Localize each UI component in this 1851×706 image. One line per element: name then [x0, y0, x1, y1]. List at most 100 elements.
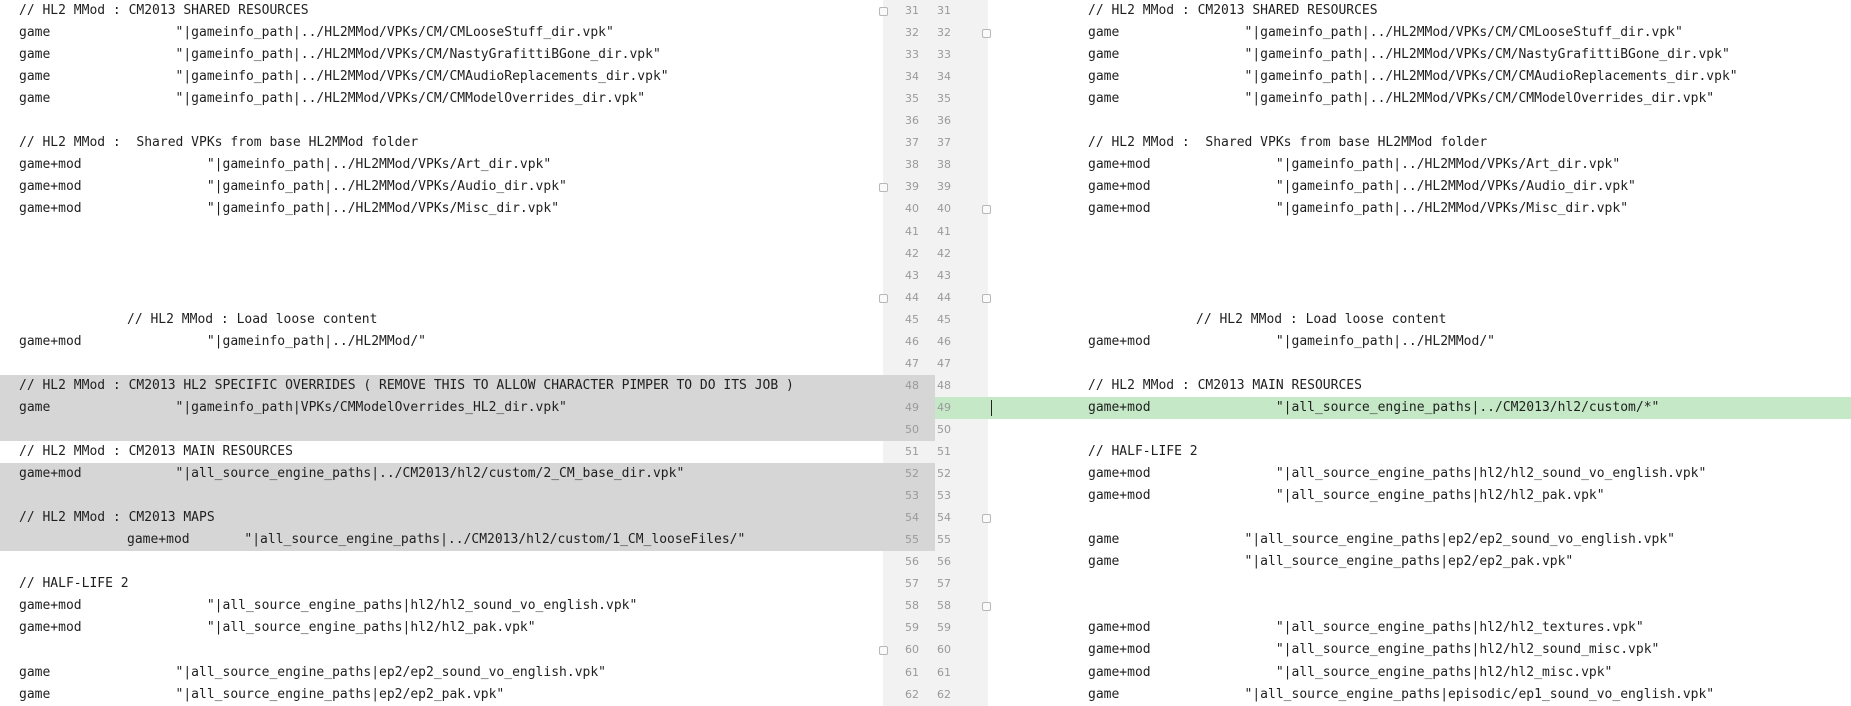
left-code-line[interactable]: game+mod "|all_source_engine_paths|../CM…	[0, 463, 883, 486]
right-code-line[interactable]: // HL2 MMod : Load loose content	[988, 309, 1851, 331]
right-line-number: 46	[937, 334, 951, 348]
right-code-text: game "|gameinfo_path|../HL2MMod/VPKs/CM/…	[1088, 25, 1683, 41]
left-code-line[interactable]: // HL2 MMod : Shared VPKs from base HL2M…	[0, 132, 883, 154]
right-line-number: 49	[937, 400, 951, 414]
right-line-number: 57	[937, 577, 951, 591]
fold-marker-icon[interactable]	[879, 183, 888, 193]
left-code-line[interactable]: game "|gameinfo_path|../HL2MMod/VPKs/CM/…	[0, 88, 883, 110]
right-code-line[interactable]	[988, 353, 1851, 375]
right-code-line[interactable]: game+mod "|all_source_engine_paths|hl2/h…	[988, 662, 1851, 684]
left-code-line[interactable]: game+mod "|gameinfo_path|../HL2MMod/VPKs…	[0, 154, 883, 176]
right-code-line[interactable]: game+mod "|gameinfo_path|../HL2MMod/"	[988, 331, 1851, 353]
left-code-line[interactable]	[0, 353, 883, 375]
left-line-number: 62	[905, 687, 919, 701]
fold-marker-icon[interactable]	[879, 293, 888, 303]
right-code-line[interactable]: game+mod "|all_source_engine_paths|hl2/h…	[988, 639, 1851, 661]
left-code-line[interactable]: game+mod "|all_source_engine_paths|hl2/h…	[0, 617, 883, 639]
left-line-number: 54	[905, 511, 919, 525]
left-line-number: 39	[905, 180, 919, 194]
left-code-text: game+mod "|all_source_engine_paths|../CM…	[127, 532, 746, 548]
right-line-number: 36	[937, 114, 951, 128]
right-code-line[interactable]: game+mod "|all_source_engine_paths|../CM…	[988, 396, 1851, 419]
left-line-number: 60	[905, 643, 919, 657]
left-code-line[interactable]: game "|gameinfo_path|VPKs/CMModelOverrid…	[0, 396, 883, 419]
right-code-line[interactable]	[988, 221, 1851, 243]
right-line-number: 31	[937, 4, 951, 17]
left-line-number: 31	[905, 4, 919, 17]
left-line-number: 58	[905, 599, 919, 613]
left-line-number: 53	[905, 489, 919, 503]
left-code-line[interactable]: game+mod "|gameinfo_path|../HL2MMod/VPKs…	[0, 176, 883, 198]
left-line-number: 41	[905, 224, 919, 238]
right-code-line[interactable]: game+mod "|all_source_engine_paths|hl2/h…	[988, 617, 1851, 639]
left-code-line[interactable]: game+mod "|gameinfo_path|../HL2MMod/"	[0, 331, 883, 353]
right-code-line[interactable]: game+mod "|gameinfo_path|../HL2MMod/VPKs…	[988, 154, 1851, 176]
right-code-line[interactable]: game "|all_source_engine_paths|episodic/…	[988, 684, 1851, 706]
left-code-line[interactable]	[0, 551, 883, 573]
right-code-line[interactable]	[988, 419, 1851, 441]
right-line-number: 60	[937, 643, 951, 657]
right-code-line[interactable]	[988, 573, 1851, 595]
right-editor-pane[interactable]: // HL2 MMod : CM2013 SHARED RESOURCES gam…	[988, 0, 1851, 706]
right-code-line[interactable]: game "|gameinfo_path|../HL2MMod/VPKs/CM/…	[988, 22, 1851, 44]
right-code-line[interactable]: game "|all_source_engine_paths|ep2/ep2_p…	[988, 551, 1851, 573]
left-code-line[interactable]: // HALF-LIFE 2	[0, 573, 883, 595]
left-code-text: game "|gameinfo_path|../HL2MMod/VPKs/CM/…	[19, 91, 646, 107]
right-code-line[interactable]: game "|gameinfo_path|../HL2MMod/VPKs/CM/…	[988, 88, 1851, 110]
right-code-line[interactable]: game+mod "|all_source_engine_paths|hl2/h…	[988, 463, 1851, 485]
left-code-line[interactable]: // HL2 MMod : CM2013 MAPS	[0, 507, 883, 530]
right-code-text: game "|gameinfo_path|../HL2MMod/VPKs/CM/…	[1088, 47, 1730, 63]
right-code-line[interactable]: game+mod "|gameinfo_path|../HL2MMod/VPKs…	[988, 198, 1851, 220]
right-code-line[interactable]: // HALF-LIFE 2	[988, 441, 1851, 463]
left-code-line[interactable]: // HL2 MMod : CM2013 MAIN RESOURCES	[0, 441, 883, 463]
right-line-number: 55	[937, 533, 951, 547]
right-code-line[interactable]: game+mod "|all_source_engine_paths|hl2/h…	[988, 485, 1851, 507]
left-code-line[interactable]	[0, 221, 883, 243]
fold-marker-icon[interactable]	[879, 7, 888, 16]
left-code-line[interactable]: game+mod "|gameinfo_path|../HL2MMod/VPKs…	[0, 198, 883, 220]
left-code-line[interactable]: game "|gameinfo_path|../HL2MMod/VPKs/CM/…	[0, 44, 883, 66]
right-line-number: 43	[937, 268, 951, 282]
left-code-line[interactable]: // HL2 MMod : Load loose content	[0, 309, 883, 331]
left-code-line[interactable]	[0, 485, 883, 508]
left-line-number: 32	[905, 26, 919, 40]
left-code-line[interactable]: // HL2 MMod : CM2013 SHARED RESOURCES	[0, 0, 883, 22]
left-code-line[interactable]: game+mod "|all_source_engine_paths|hl2/h…	[0, 595, 883, 617]
right-code-text: game "|gameinfo_path|../HL2MMod/VPKs/CM/…	[1088, 69, 1738, 85]
left-line-number: 45	[905, 312, 919, 326]
left-code-text: game+mod "|gameinfo_path|../HL2MMod/VPKs…	[19, 201, 560, 217]
left-code-line[interactable]: game "|all_source_engine_paths|ep2/ep2_s…	[0, 662, 883, 684]
right-code-line[interactable]: game "|all_source_engine_paths|ep2/ep2_s…	[988, 529, 1851, 551]
right-code-line[interactable]: // HL2 MMod : CM2013 SHARED RESOURCES	[988, 0, 1851, 22]
left-code-line[interactable]: game "|all_source_engine_paths|ep2/ep2_p…	[0, 684, 883, 706]
left-code-line[interactable]	[0, 110, 883, 132]
right-line-number: 54	[937, 511, 951, 525]
right-code-line[interactable]	[988, 595, 1851, 617]
right-code-line[interactable]: // HL2 MMod : CM2013 MAIN RESOURCES	[988, 375, 1851, 397]
left-code-line[interactable]	[0, 287, 883, 309]
left-code-text: game+mod "|gameinfo_path|../HL2MMod/"	[19, 333, 426, 349]
right-code-line[interactable]: game "|gameinfo_path|../HL2MMod/VPKs/CM/…	[988, 66, 1851, 88]
left-editor-pane[interactable]: // HL2 MMod : CM2013 SHARED RESOURCES gam…	[0, 0, 883, 706]
fold-marker-icon[interactable]	[879, 646, 888, 656]
left-code-text: // HL2 MMod : Load loose content	[127, 311, 378, 327]
left-code-text: game "|gameinfo_path|../HL2MMod/VPKs/CM/…	[19, 69, 669, 85]
left-code-line[interactable]	[0, 418, 883, 441]
right-code-line[interactable]	[988, 287, 1851, 309]
right-code-line[interactable]: // HL2 MMod : Shared VPKs from base HL2M…	[988, 132, 1851, 154]
right-code-line[interactable]	[988, 243, 1851, 265]
right-line-number: 39	[937, 180, 951, 194]
left-code-line[interactable]	[0, 243, 883, 265]
right-code-line[interactable]	[988, 110, 1851, 132]
left-code-line[interactable]: game "|gameinfo_path|../HL2MMod/VPKs/CM/…	[0, 66, 883, 88]
left-line-number: 49	[905, 400, 919, 414]
right-code-line[interactable]	[988, 265, 1851, 287]
left-code-line[interactable]: // HL2 MMod : CM2013 HL2 SPECIFIC OVERRI…	[0, 374, 883, 397]
right-code-line[interactable]	[988, 507, 1851, 529]
left-code-line[interactable]	[0, 265, 883, 287]
right-code-line[interactable]: game "|gameinfo_path|../HL2MMod/VPKs/CM/…	[988, 44, 1851, 66]
left-code-line[interactable]: game+mod "|all_source_engine_paths|../CM…	[0, 529, 883, 552]
right-code-line[interactable]: game+mod "|gameinfo_path|../HL2MMod/VPKs…	[988, 176, 1851, 198]
left-code-line[interactable]: game "|gameinfo_path|../HL2MMod/VPKs/CM/…	[0, 22, 883, 44]
left-code-line[interactable]	[0, 639, 883, 661]
